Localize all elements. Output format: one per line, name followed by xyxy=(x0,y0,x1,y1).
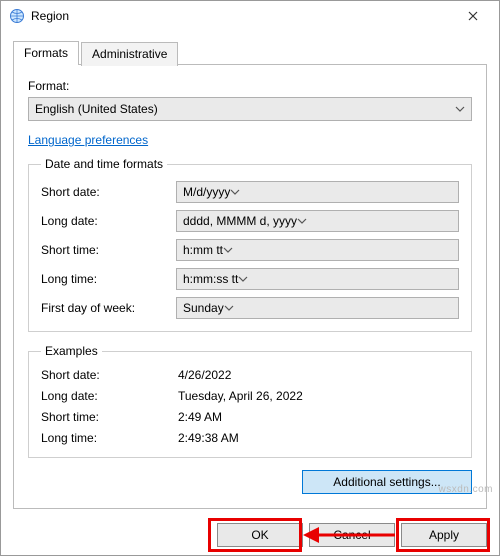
format-select[interactable]: English (United States) xyxy=(28,97,472,121)
tab-administrative[interactable]: Administrative xyxy=(81,42,178,66)
chevron-down-icon xyxy=(230,189,240,195)
chevron-down-icon xyxy=(238,276,248,282)
format-label: Format: xyxy=(28,79,472,93)
additional-settings-row: Additional settings... xyxy=(28,470,472,494)
chevron-down-icon xyxy=(223,247,233,253)
short-date-value: M/d/yyyy xyxy=(183,185,230,199)
examples-group: Examples Short date: 4/26/2022 Long date… xyxy=(28,344,472,458)
chevron-down-icon xyxy=(455,106,465,112)
dialog-footer: OK Cancel Apply xyxy=(211,523,487,547)
short-time-label: Short time: xyxy=(41,243,176,257)
ex-short-date-value: 4/26/2022 xyxy=(176,368,459,382)
apply-button[interactable]: Apply xyxy=(401,523,487,547)
additional-settings-label: Additional settings... xyxy=(333,475,440,489)
ex-long-time-label: Long time: xyxy=(41,431,176,445)
short-time-value: h:mm tt xyxy=(183,243,223,257)
first-day-value: Sunday xyxy=(183,301,224,315)
long-date-select[interactable]: dddd, MMMM d, yyyy xyxy=(176,210,459,232)
first-day-label: First day of week: xyxy=(41,301,176,315)
cancel-button[interactable]: Cancel xyxy=(309,523,395,547)
region-dialog: Region Formats Administrative Format: En… xyxy=(0,0,500,556)
language-preferences-label: Language preferences xyxy=(28,133,148,147)
tab-strip: Formats Administrative xyxy=(13,41,487,65)
ok-button[interactable]: OK xyxy=(217,523,303,547)
ex-long-date-value: Tuesday, April 26, 2022 xyxy=(176,389,459,403)
ex-long-date-label: Long date: xyxy=(41,389,176,403)
formats-panel: Format: English (United States) Language… xyxy=(13,65,487,509)
window-title: Region xyxy=(31,9,451,23)
additional-settings-button[interactable]: Additional settings... xyxy=(302,470,472,494)
tab-administrative-label: Administrative xyxy=(92,47,167,61)
ex-long-time-value: 2:49:38 AM xyxy=(176,431,459,445)
tab-formats[interactable]: Formats xyxy=(13,41,79,65)
long-date-label: Long date: xyxy=(41,214,176,228)
date-time-formats-legend: Date and time formats xyxy=(41,157,167,171)
ex-short-date-label: Short date: xyxy=(41,368,176,382)
examples-legend: Examples xyxy=(41,344,102,358)
first-day-select[interactable]: Sunday xyxy=(176,297,459,319)
globe-icon xyxy=(9,8,25,24)
language-preferences-link[interactable]: Language preferences xyxy=(28,133,148,147)
content-area: Formats Administrative Format: English (… xyxy=(1,31,499,519)
long-date-value: dddd, MMMM d, yyyy xyxy=(183,214,297,228)
date-time-formats-group: Date and time formats Short date: M/d/yy… xyxy=(28,157,472,332)
cancel-label: Cancel xyxy=(333,528,370,542)
long-time-value: h:mm:ss tt xyxy=(183,272,238,286)
format-select-value: English (United States) xyxy=(35,102,158,116)
long-time-select[interactable]: h:mm:ss tt xyxy=(176,268,459,290)
ex-short-time-value: 2:49 AM xyxy=(176,410,459,424)
close-button[interactable] xyxy=(451,2,495,30)
short-date-label: Short date: xyxy=(41,185,176,199)
chevron-down-icon xyxy=(224,305,234,311)
long-time-label: Long time: xyxy=(41,272,176,286)
short-time-select[interactable]: h:mm tt xyxy=(176,239,459,261)
chevron-down-icon xyxy=(297,218,307,224)
ex-short-time-label: Short time: xyxy=(41,410,176,424)
titlebar: Region xyxy=(1,1,499,31)
apply-label: Apply xyxy=(429,528,459,542)
short-date-select[interactable]: M/d/yyyy xyxy=(176,181,459,203)
tab-formats-label: Formats xyxy=(24,46,68,60)
ok-label: OK xyxy=(251,528,268,542)
